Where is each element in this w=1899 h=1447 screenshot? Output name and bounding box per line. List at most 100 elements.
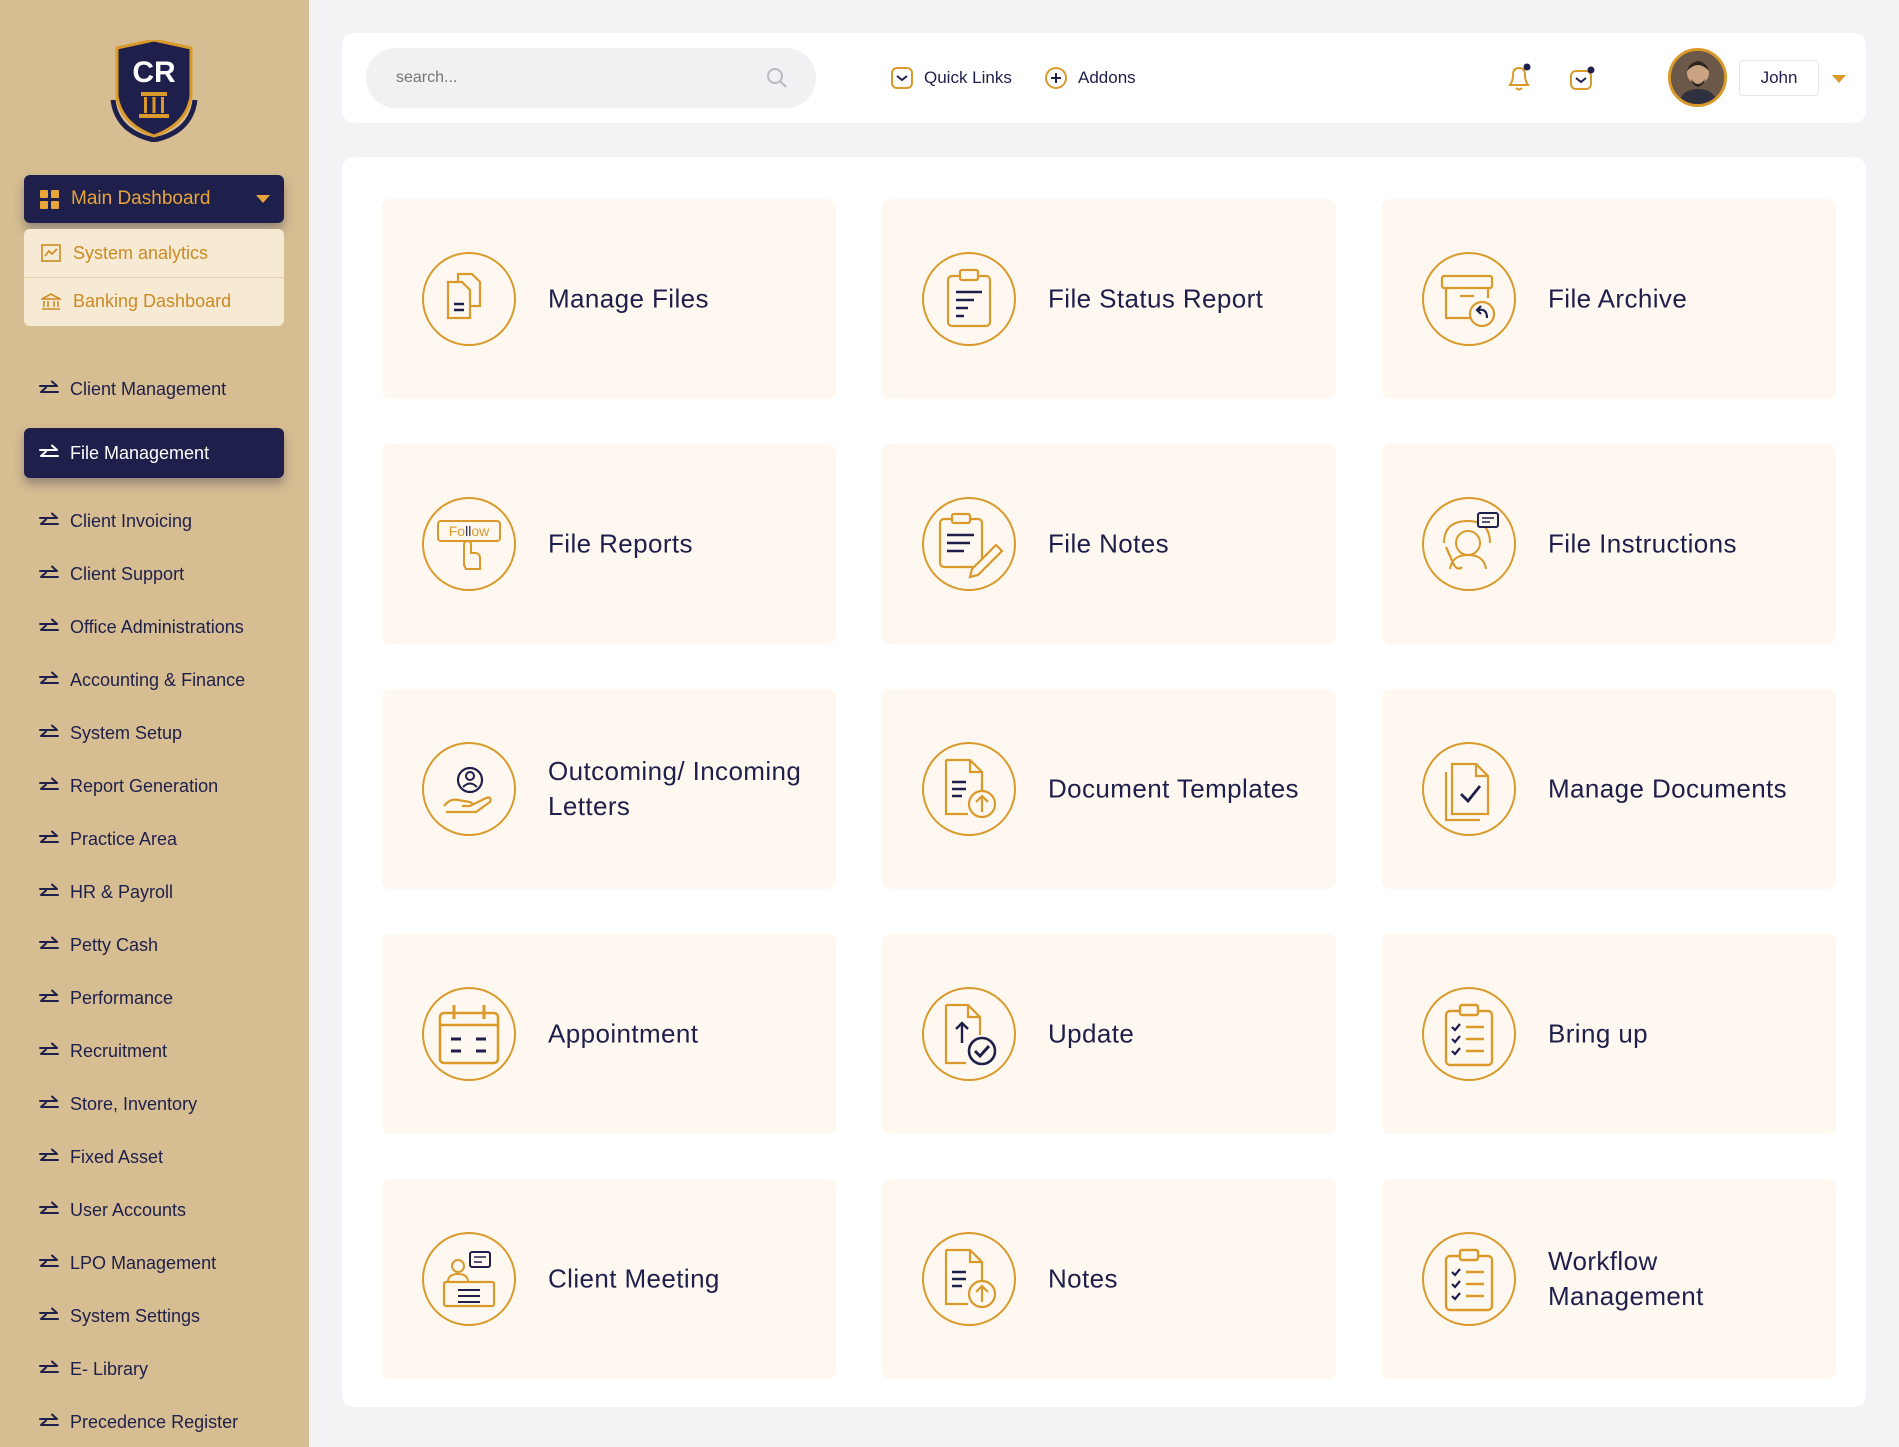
sidebar-item-label: Petty Cash bbox=[70, 934, 159, 955]
sidebar-item-label: Recruitment bbox=[70, 1040, 168, 1061]
card-workflow-management[interactable]: Workflow Management bbox=[1382, 1179, 1836, 1379]
sidebar-item-performance[interactable]: Performance bbox=[24, 975, 284, 1021]
card-label: Notes bbox=[1048, 1263, 1118, 1294]
transfer-arrows-icon bbox=[39, 1095, 59, 1108]
sidebar-item-label: Practice Area bbox=[70, 828, 178, 849]
chart-icon bbox=[41, 244, 61, 262]
sidebar-item-label: System Settings bbox=[70, 1305, 201, 1326]
card-label: File Reports bbox=[548, 528, 693, 559]
sidebar-item-precedence-register[interactable]: Precedence Register bbox=[24, 1399, 284, 1445]
transfer-arrows-icon bbox=[39, 1042, 59, 1055]
sidebar: CR Main Dashboard System analytics Banki… bbox=[0, 0, 309, 1447]
document-check-icon bbox=[1422, 742, 1516, 836]
card-file-archive[interactable]: File Archive bbox=[1382, 199, 1836, 399]
card-label: Workflow Management bbox=[1548, 1246, 1704, 1311]
card-label: Update bbox=[1048, 1018, 1135, 1049]
main-dashboard-button[interactable]: Main Dashboard bbox=[24, 175, 284, 223]
sidebar-item-accounting-finance[interactable]: Accounting & Finance bbox=[24, 657, 284, 703]
avatar[interactable] bbox=[1668, 48, 1727, 107]
transfer-arrows-icon bbox=[39, 618, 59, 631]
transfer-arrows-icon bbox=[39, 830, 59, 843]
card-label: Bring up bbox=[1548, 1018, 1649, 1049]
card-update[interactable]: Update bbox=[882, 934, 1336, 1134]
card-notes[interactable]: Notes bbox=[882, 1179, 1336, 1379]
transfer-arrows-icon bbox=[39, 1360, 59, 1373]
submenu-item-label: System analytics bbox=[73, 242, 209, 263]
sidebar-item-label: Report Generation bbox=[70, 775, 219, 796]
sidebar-item-label: System Setup bbox=[70, 722, 183, 743]
sidebar-item-user-accounts[interactable]: User Accounts bbox=[24, 1187, 284, 1233]
sidebar-item-label: User Accounts bbox=[70, 1199, 187, 1220]
card-bring-up[interactable]: Bring up bbox=[1382, 934, 1836, 1134]
card-label: Manage Files bbox=[548, 283, 709, 314]
main-dashboard-label: Main Dashboard bbox=[71, 188, 211, 209]
archive-icon bbox=[1422, 252, 1516, 346]
transfer-arrows-icon bbox=[39, 1201, 59, 1214]
sidebar-item-fixed-asset[interactable]: Fixed Asset bbox=[24, 1134, 284, 1180]
card-file-instructions[interactable]: File Instructions bbox=[1382, 444, 1836, 644]
sidebar-item-client-invoicing[interactable]: Client Invoicing bbox=[24, 498, 284, 544]
svg-text:CR: CR bbox=[132, 56, 176, 89]
sidebar-item-lpo-management[interactable]: LPO Management bbox=[24, 1240, 284, 1286]
card-file-reports[interactable]: Follow File Reports bbox=[382, 444, 836, 644]
transfer-arrows-icon bbox=[39, 936, 59, 949]
card-label: Client Meeting bbox=[548, 1263, 720, 1294]
notes-pencil-icon bbox=[922, 497, 1016, 591]
card-label: Document Templates bbox=[1048, 773, 1299, 804]
sidebar-item-recruitment[interactable]: Recruitment bbox=[24, 1028, 284, 1074]
user-menu-button[interactable]: John bbox=[1739, 60, 1819, 96]
card-label: File Notes bbox=[1048, 528, 1170, 559]
transfer-arrows-icon bbox=[39, 671, 59, 684]
card-file-notes[interactable]: File Notes bbox=[882, 444, 1336, 644]
sidebar-item-system-setup[interactable]: System Setup bbox=[24, 710, 284, 756]
sidebar-item-label: LPO Management bbox=[70, 1252, 217, 1273]
sidebar-item-system-settings[interactable]: System Settings bbox=[24, 1293, 284, 1339]
bank-icon bbox=[41, 292, 61, 310]
transfer-arrows-icon bbox=[39, 1148, 59, 1161]
sidebar-item-client-management[interactable]: Client Management bbox=[24, 366, 284, 412]
files-icon bbox=[422, 252, 516, 346]
card-client-meeting[interactable]: Client Meeting bbox=[382, 1179, 836, 1379]
sidebar-item-store-inventory[interactable]: Store, Inventory bbox=[24, 1081, 284, 1127]
meeting-desk-icon bbox=[422, 1232, 516, 1326]
sidebar-item-e-library[interactable]: E- Library bbox=[24, 1346, 284, 1392]
transfer-arrows-icon bbox=[39, 1413, 59, 1426]
top-bar: Quick Links Addons John bbox=[342, 33, 1866, 123]
card-outcoming-incoming-letters[interactable]: Outcoming/ Incoming Letters bbox=[382, 689, 836, 889]
search-input[interactable] bbox=[366, 48, 816, 108]
sidebar-item-client-support[interactable]: Client Support bbox=[24, 551, 284, 597]
card-file-status-report[interactable]: File Status Report bbox=[882, 199, 1336, 399]
addons-label: Addons bbox=[1078, 68, 1136, 87]
message-icon[interactable] bbox=[1568, 65, 1596, 93]
sidebar-item-practice-area[interactable]: Practice Area bbox=[24, 816, 284, 862]
chevron-down-icon bbox=[256, 195, 270, 203]
sidebar-item-file-management[interactable]: File Management bbox=[24, 428, 284, 478]
sidebar-item-label: HR & Payroll bbox=[70, 881, 174, 902]
checklist-icon bbox=[1422, 987, 1516, 1081]
chevron-down-icon[interactable] bbox=[1832, 75, 1846, 83]
sidebar-item-office-administrations[interactable]: Office Administrations bbox=[24, 604, 284, 650]
transfer-arrows-icon bbox=[39, 989, 59, 1002]
bell-icon[interactable] bbox=[1505, 63, 1533, 93]
logo: CR bbox=[110, 40, 198, 142]
card-label: Manage Documents bbox=[1548, 773, 1788, 804]
sidebar-item-petty-cash[interactable]: Petty Cash bbox=[24, 922, 284, 968]
card-manage-files[interactable]: Manage Files bbox=[382, 199, 836, 399]
submenu-item-system-analytics[interactable]: System analytics bbox=[24, 229, 284, 277]
card-appointment[interactable]: Appointment bbox=[382, 934, 836, 1134]
transfer-arrows-icon bbox=[39, 444, 59, 457]
card-document-templates[interactable]: Document Templates bbox=[882, 689, 1336, 889]
addons-button[interactable]: Addons bbox=[1044, 66, 1136, 90]
transfer-arrows-icon bbox=[39, 565, 59, 578]
quick-links-button[interactable]: Quick Links bbox=[890, 66, 1012, 90]
submenu-item-banking-dashboard[interactable]: Banking Dashboard bbox=[24, 277, 284, 325]
search-icon[interactable] bbox=[766, 67, 788, 89]
card-manage-documents[interactable]: Manage Documents bbox=[1382, 689, 1836, 889]
sidebar-item-hr-payroll[interactable]: HR & Payroll bbox=[24, 869, 284, 915]
plus-circle-icon bbox=[1045, 67, 1067, 89]
sidebar-item-report-generation[interactable]: Report Generation bbox=[24, 763, 284, 809]
quick-links-label: Quick Links bbox=[924, 68, 1012, 87]
transfer-arrows-icon bbox=[39, 380, 59, 393]
svg-text:Follow: Follow bbox=[449, 523, 490, 539]
sidebar-item-label: Client Support bbox=[70, 563, 185, 584]
